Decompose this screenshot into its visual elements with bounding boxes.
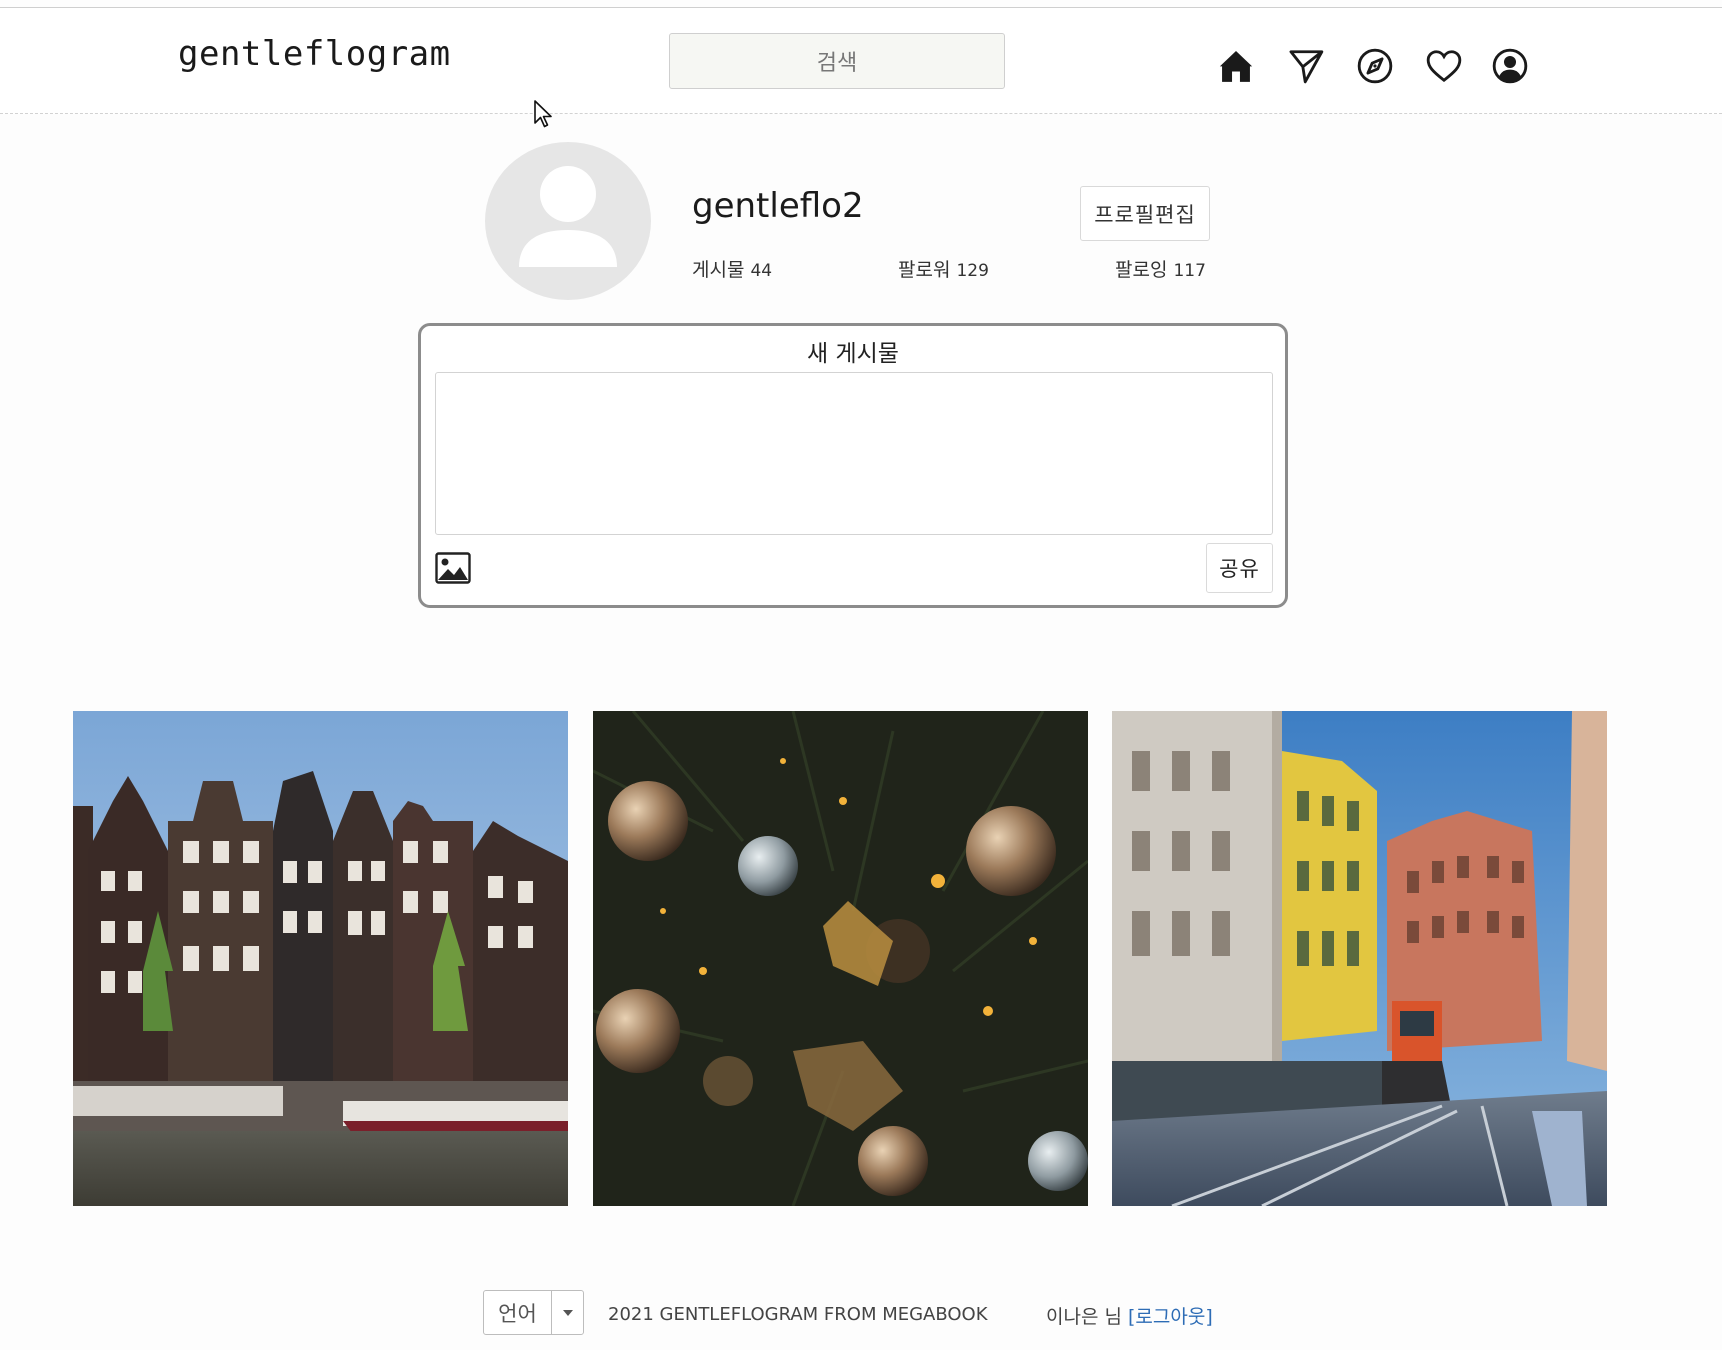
stat-label: 게시물 (692, 259, 745, 281)
logout-link[interactable]: [로그아웃] (1128, 1306, 1213, 1328)
footer-username: 이나은 님 (1046, 1306, 1122, 1328)
canal-houses-image (73, 711, 568, 1206)
composer-title: 새 게시물 (807, 341, 899, 367)
city-street-image (1112, 711, 1607, 1206)
footer-copyright: 2021 GENTLEFLOGRAM FROM MEGABOOK (608, 1304, 988, 1325)
language-button[interactable]: 언어 (483, 1290, 552, 1335)
stat-value: 44 (750, 261, 773, 281)
stat-value: 129 (956, 261, 989, 281)
explore-compass-icon[interactable] (1353, 44, 1397, 88)
stat-label: 팔로워 (898, 259, 951, 281)
christmas-ornaments-image (593, 711, 1088, 1206)
image-upload-icon[interactable] (435, 552, 471, 584)
mouse-cursor-icon (533, 99, 555, 129)
profile-username: gentleflo2 (692, 186, 864, 226)
edit-profile-button[interactable]: 프로필편집 (1080, 186, 1210, 241)
top-header: gentleflogram 검색 (0, 8, 1722, 114)
send-icon[interactable] (1284, 44, 1328, 88)
post-thumbnail[interactable] (593, 711, 1088, 1206)
post-text-input[interactable] (435, 372, 1273, 535)
stat-value: 117 (1173, 261, 1206, 281)
heart-icon[interactable] (1422, 44, 1466, 88)
following-count[interactable]: 팔로잉 117 (1115, 255, 1206, 282)
stat-label: 팔로잉 (1115, 259, 1168, 281)
followers-count[interactable]: 팔로워 129 (898, 255, 989, 282)
profile-icon[interactable] (1488, 44, 1532, 88)
post-thumbnail[interactable] (1112, 711, 1607, 1206)
footer-user-info: 이나은 님 [로그아웃] (1046, 1302, 1213, 1329)
language-dropdown-toggle[interactable] (551, 1290, 584, 1335)
search-input[interactable]: 검색 (669, 33, 1005, 89)
posts-count[interactable]: 게시물 44 (692, 255, 772, 282)
avatar[interactable] (485, 142, 651, 300)
home-icon[interactable] (1214, 44, 1258, 88)
new-post-composer: 새 게시물 공유 (418, 323, 1288, 608)
caret-down-icon (562, 1309, 573, 1316)
share-button[interactable]: 공유 (1206, 543, 1273, 593)
post-thumbnail[interactable] (73, 711, 568, 1206)
app-logo[interactable]: gentleflogram (178, 34, 451, 74)
